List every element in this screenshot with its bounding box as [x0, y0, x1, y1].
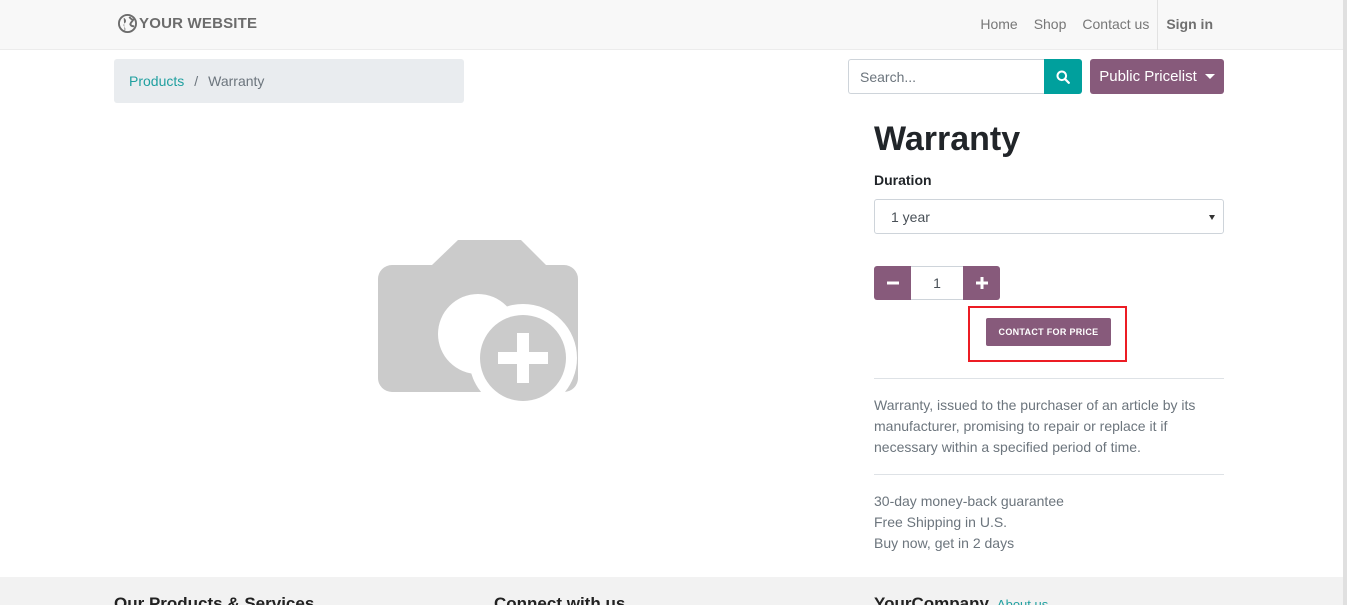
- plus-icon: [975, 277, 988, 289]
- footer-about-link[interactable]: About us: [997, 597, 1048, 605]
- breadcrumb-separator: /: [194, 73, 199, 89]
- camera-plus-icon: [378, 240, 578, 412]
- nav-home-link[interactable]: Home: [972, 0, 1025, 50]
- product-terms: 30-day money-back guarantee Free Shippin…: [874, 491, 1064, 554]
- product-title: Warranty: [874, 120, 1021, 158]
- duration-label: Duration: [874, 172, 932, 188]
- quantity-increase-button[interactable]: [963, 266, 1000, 300]
- product-image-placeholder: [378, 238, 580, 419]
- divider: [874, 378, 1224, 379]
- search-icon: [1056, 70, 1070, 84]
- breadcrumb: Products / Warranty: [114, 59, 464, 103]
- footer-company-heading: YourCompany About us: [874, 594, 1048, 605]
- nav-shop-link[interactable]: Shop: [1026, 0, 1075, 50]
- search-input[interactable]: [848, 59, 1044, 94]
- brand-text: YOUR WEBSITE: [139, 15, 258, 32]
- terms-item: Buy now, get in 2 days: [874, 535, 1015, 551]
- pricelist-dropdown[interactable]: Public Pricelist: [1090, 59, 1224, 94]
- page-scrollbar[interactable]: [1343, 0, 1347, 605]
- footer-connect-heading: Connect with us: [494, 594, 626, 605]
- contact-for-price-button[interactable]: CONTACT FOR PRICE: [986, 318, 1111, 346]
- breadcrumb-products-link[interactable]: Products: [129, 73, 184, 89]
- quantity-decrease-button[interactable]: [874, 266, 911, 300]
- pricelist-label: Public Pricelist: [1099, 68, 1197, 85]
- top-navbar: YOUR WEBSITE Home Shop Contact us Sign i…: [0, 0, 1343, 50]
- duration-selected-value: 1 year: [891, 208, 930, 225]
- quantity-stepper: 1: [874, 266, 1000, 300]
- footer: Our Products & Services Connect with us …: [0, 577, 1343, 605]
- footer-products-heading: Our Products & Services: [114, 594, 315, 605]
- divider: [874, 474, 1224, 475]
- quantity-input[interactable]: 1: [911, 266, 963, 300]
- sign-in-link[interactable]: Sign in: [1157, 0, 1217, 50]
- globe-icon: [118, 14, 137, 33]
- breadcrumb-current: Warranty: [208, 73, 265, 89]
- nav-menu: Home Shop Contact us Sign in: [972, 0, 1217, 50]
- brand-logo[interactable]: YOUR WEBSITE: [118, 14, 257, 33]
- duration-select[interactable]: 1 year: [874, 199, 1224, 234]
- minus-icon: [886, 281, 899, 285]
- select-arrow-icon: [1209, 215, 1215, 220]
- product-description: Warranty, issued to the purchaser of an …: [874, 397, 1196, 455]
- terms-item: Free Shipping in U.S.: [874, 514, 1008, 530]
- footer-company-name: YourCompany: [874, 594, 989, 605]
- caret-down-icon: [1204, 74, 1215, 79]
- search-button[interactable]: [1044, 59, 1082, 94]
- search-bar: [848, 59, 1082, 94]
- nav-contact-link[interactable]: Contact us: [1074, 0, 1157, 50]
- terms-item: 30-day money-back guarantee: [874, 493, 1064, 509]
